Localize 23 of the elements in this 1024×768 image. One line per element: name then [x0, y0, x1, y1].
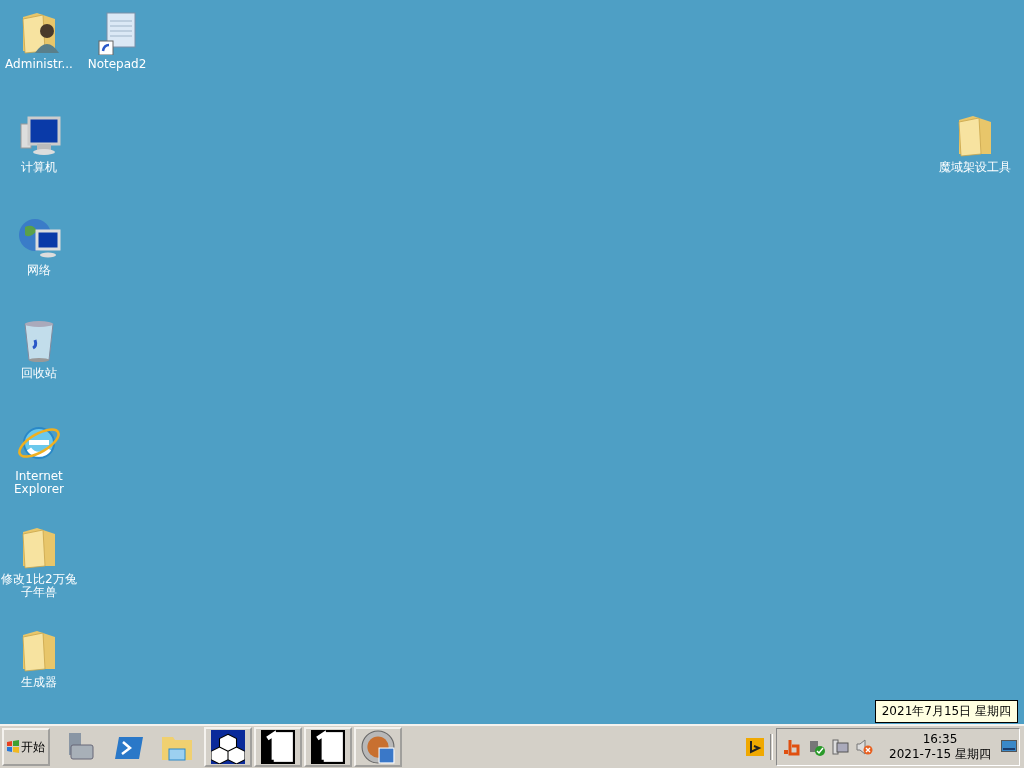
show-desktop-icon[interactable]: [1001, 740, 1017, 754]
desktop-icon-label[interactable]: 魔域架设工具: [939, 161, 1011, 174]
clock-date[interactable]: 2021-7-15 星期四: [889, 747, 991, 762]
desktop-icon-label[interactable]: Internet Explorer: [1, 470, 77, 496]
windows-logo-icon: [6, 740, 20, 754]
speaker-muted-icon[interactable]: [855, 738, 874, 756]
plug-check-icon[interactable]: [807, 738, 826, 756]
taskbar-window-button[interactable]: [304, 727, 352, 767]
desktop-icon-label[interactable]: 修改1比2万兔子年兽: [1, 573, 77, 599]
b-logo-icon[interactable]: [783, 738, 802, 756]
network-monitor-icon[interactable]: [831, 738, 850, 756]
start-button[interactable]: 开始: [2, 728, 50, 766]
bing-icon[interactable]: [746, 738, 765, 756]
clock-time[interactable]: 16:35: [922, 732, 958, 747]
date-tooltip: 2021年7月15日 星期四: [874, 700, 1018, 723]
taskbar-window-button[interactable]: [204, 727, 252, 767]
desktop-icon-label[interactable]: 生成器: [21, 676, 57, 689]
taskbar-window-button[interactable]: [254, 727, 302, 767]
desktop-icon-label[interactable]: 计算机: [21, 161, 57, 174]
desktop-icon-label[interactable]: Administr...: [5, 58, 73, 71]
desktop-icon-label[interactable]: 网络: [27, 264, 51, 277]
desktop-icon-label[interactable]: 回收站: [21, 367, 57, 380]
desktop-icon-label[interactable]: Notepad2: [87, 58, 147, 71]
